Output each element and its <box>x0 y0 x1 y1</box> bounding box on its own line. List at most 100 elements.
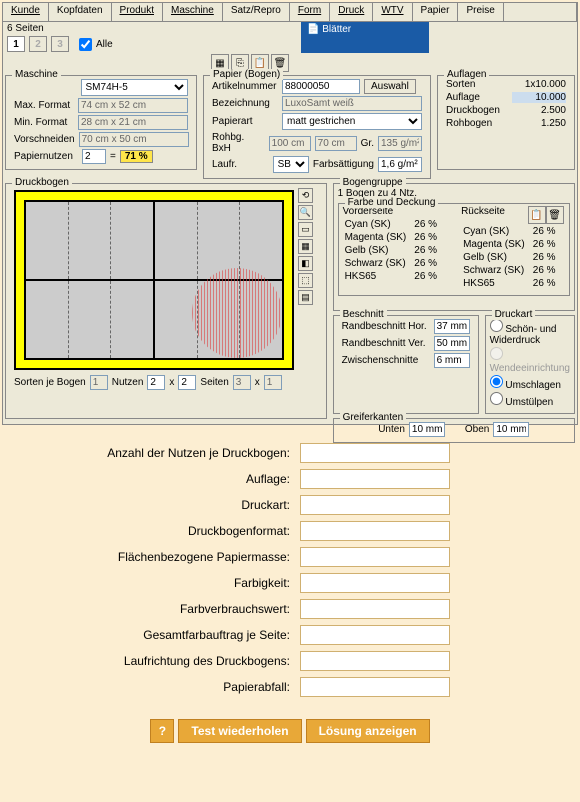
repeat-button[interactable]: Test wiederholen <box>178 719 301 743</box>
alle-checkbox[interactable] <box>79 38 92 51</box>
tab-form[interactable]: Form <box>290 3 330 21</box>
q0-label: Anzahl der Nutzen je Druckbogen: <box>30 446 300 460</box>
tab-maschine[interactable]: Maschine <box>163 3 223 21</box>
footer-bar: ? Test wiederholen Lösung anzeigen <box>0 713 580 749</box>
ink-indicator-icon <box>192 268 282 358</box>
oben-input[interactable] <box>493 422 529 437</box>
papierart-select[interactable]: matt gestrichen <box>282 113 422 130</box>
randh-input[interactable] <box>434 319 470 334</box>
druckart-opt-0[interactable] <box>490 319 503 332</box>
q4-input[interactable] <box>300 547 450 567</box>
tab-kunde[interactable]: Kunde <box>3 3 49 21</box>
maxformat-value <box>78 98 188 113</box>
help-button[interactable]: ? <box>150 719 174 743</box>
auflage-label: Auflage <box>446 92 508 103</box>
vorschneiden-value <box>79 132 189 147</box>
tab-preise[interactable]: Preise <box>458 3 503 21</box>
nutzen-label: Nutzen <box>112 377 144 388</box>
quiz-form: Anzahl der Nutzen je Druckbogen: Auflage… <box>0 427 580 713</box>
artnr-label: Artikelnummer <box>212 81 278 92</box>
maschine-legend: Maschine <box>12 69 61 80</box>
q9-input[interactable] <box>300 677 450 697</box>
auflage-value: 10.000 <box>512 92 566 103</box>
delete-colors-icon[interactable]: 🗑 <box>546 206 564 224</box>
papiernutzen-input[interactable] <box>82 149 106 164</box>
zoom-icon[interactable]: 🔍 <box>298 205 313 220</box>
tab-druck[interactable]: Druck <box>330 3 373 21</box>
solution-button[interactable]: Lösung anzeigen <box>306 719 430 743</box>
sorten-value: 1x10.000 <box>512 79 566 90</box>
q7-label: Gesamtfarbauftrag je Seite: <box>30 628 300 642</box>
q3-label: Druckbogenformat: <box>30 524 300 538</box>
tool1-icon[interactable]: ▭ <box>298 222 313 237</box>
page-2-button[interactable]: 2 <box>29 36 47 52</box>
tab-kopfdaten[interactable]: Kopfdaten <box>49 3 112 21</box>
q6-input[interactable] <box>300 599 450 619</box>
tab-produkt[interactable]: Produkt <box>112 3 163 21</box>
papier-group: Papier (Bogen) ArtikelnummerAuswahl Beze… <box>203 75 431 179</box>
q4-label: Flächenbezogene Papiermasse: <box>30 550 300 564</box>
tool5-icon[interactable]: ▤ <box>298 290 313 305</box>
druckart-legend: Druckart <box>492 309 536 320</box>
tab-wtv[interactable]: WTV <box>373 3 412 21</box>
papierart-label: Papierart <box>212 116 278 127</box>
q1-label: Auflage: <box>30 472 300 486</box>
artnr-input[interactable] <box>282 79 360 94</box>
druckbogen-label: Druckbogen <box>446 105 508 116</box>
laufr-select[interactable]: SB <box>273 156 309 173</box>
minformat-label: Min. Format <box>14 117 74 128</box>
q8-input[interactable] <box>300 651 450 671</box>
q5-input[interactable] <box>300 573 450 593</box>
rohbg-h <box>315 136 357 151</box>
sheet-preview: A <box>14 190 294 370</box>
druckart-opt-3[interactable] <box>490 392 503 405</box>
q9-label: Papierabfall: <box>30 680 300 694</box>
druckart-opt-2[interactable] <box>490 375 503 388</box>
copy-colors-icon[interactable]: 📋 <box>528 206 546 224</box>
tab-spacer <box>504 3 577 21</box>
druckart-opt-1 <box>490 347 503 360</box>
rotate-icon[interactable]: ⟲ <box>298 188 313 203</box>
q3-input[interactable] <box>300 521 450 541</box>
zwischen-input[interactable] <box>434 353 470 368</box>
randv-input[interactable] <box>434 336 470 351</box>
maschine-model-select[interactable]: SM74H-5 <box>81 79 188 96</box>
rohbg-label: Rohbg. BxH <box>212 132 265 154</box>
bez-value <box>282 96 422 111</box>
druckbogen-value: 2.500 <box>512 105 566 116</box>
sorten-label: Sorten <box>446 79 508 90</box>
blaetter-tab[interactable]: 📄 Blätter <box>301 22 429 53</box>
tool3-icon[interactable]: ◧ <box>298 256 313 271</box>
minformat-value <box>78 115 188 130</box>
laufr-label: Laufr. <box>212 159 269 170</box>
tool2-icon[interactable]: ▦ <box>298 239 313 254</box>
randv-label: Randbeschnitt Ver. <box>342 338 430 349</box>
sortenbogen-label: Sorten je Bogen <box>14 377 86 388</box>
greifer-group: Greiferkanten Unten Oben <box>333 418 575 443</box>
papiernutzen-label: Papiernutzen <box>14 151 78 162</box>
tab-papier[interactable]: Papier <box>413 3 459 21</box>
druckart-opt1-label: Wendeeinrichtung <box>490 363 570 374</box>
app-window: Kunde Kopfdaten Produkt Maschine Satz/Re… <box>2 2 578 425</box>
x1-label: x <box>169 377 174 388</box>
gr-label: Gr. <box>361 138 374 149</box>
q0-input[interactable] <box>300 443 450 463</box>
q1-input[interactable] <box>300 469 450 489</box>
auswahl-button[interactable]: Auswahl <box>364 79 416 94</box>
rueckseite-label: Rückseite <box>461 206 505 224</box>
q2-input[interactable] <box>300 495 450 515</box>
q2-label: Druckart: <box>30 498 300 512</box>
farbsatt-input[interactable] <box>378 157 422 172</box>
randh-label: Randbeschnitt Hor. <box>342 321 430 332</box>
nutzen1-input[interactable] <box>147 375 165 390</box>
tab-satzrepro[interactable]: Satz/Repro <box>223 3 290 21</box>
q6-label: Farbverbrauchswert: <box>30 602 300 616</box>
unten-input[interactable] <box>409 422 445 437</box>
page-3-button[interactable]: 3 <box>51 36 69 52</box>
seiten-label: Seiten <box>200 377 228 388</box>
tool4-icon[interactable]: ⬚ <box>298 273 313 288</box>
page-1-button[interactable]: 1 <box>7 36 25 52</box>
q7-input[interactable] <box>300 625 450 645</box>
seiten1-input <box>233 375 251 390</box>
nutzen2-input[interactable] <box>178 375 196 390</box>
